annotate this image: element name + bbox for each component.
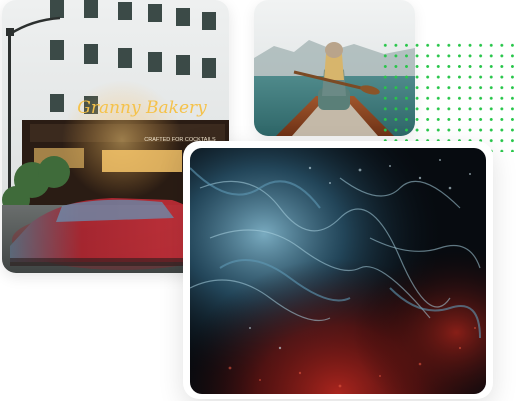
fluid-art-photo: [190, 148, 486, 394]
dot-grid-decoration: [380, 40, 518, 152]
neon-sign-text: Granny Bakery: [77, 98, 207, 118]
fluid-art-image: [190, 148, 486, 394]
